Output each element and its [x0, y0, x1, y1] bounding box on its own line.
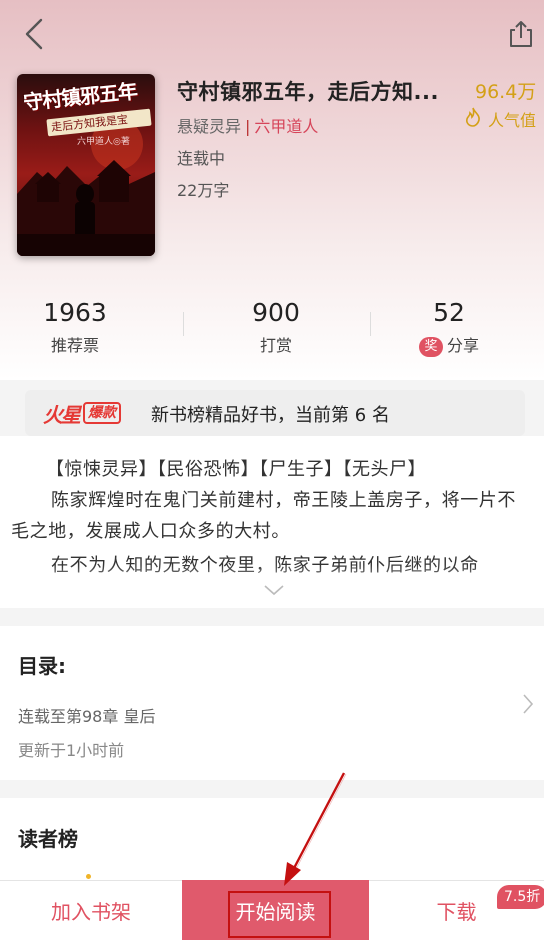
- reader-ranking-section: [0, 798, 544, 880]
- tip-count: 900: [252, 298, 300, 327]
- tip-label: 打赏: [259, 336, 292, 355]
- chevron-right-icon: [523, 694, 534, 714]
- flame-icon: [466, 107, 480, 127]
- share-label: 分享: [446, 336, 479, 355]
- reader-ranking-indicator: [86, 874, 91, 879]
- ranking-text: 新书榜精品好书，当前第 6 名: [151, 405, 390, 426]
- book-title: 守村镇邪五年，走后方知...: [177, 80, 439, 104]
- author-link[interactable]: 六甲道人: [254, 117, 318, 136]
- meta-separator: |: [245, 117, 251, 136]
- update-time: 更新于1小时前: [18, 741, 125, 760]
- serial-status: 连载中: [177, 149, 226, 168]
- add-to-shelf-button[interactable]: 加入书架: [0, 880, 182, 940]
- description-paragraph: 陈家辉煌时在鬼门关前建村，帝王陵上盖房子，将一片不毛之地，发展成人口众多的大村。: [11, 490, 516, 542]
- share-icon: [510, 21, 532, 47]
- description-tags: 【惊悚灵异】【民俗恐怖】【尸生子】【无头尸】: [46, 459, 426, 480]
- recommend-ticket-count: 1963: [43, 298, 107, 327]
- share-count: 52: [433, 298, 465, 327]
- back-button[interactable]: [12, 12, 56, 56]
- share-stat[interactable]: 52 奖分享: [389, 298, 509, 357]
- recommend-ticket-stat[interactable]: 1963 推荐票: [15, 298, 135, 356]
- cover-author: 六甲道人◎著: [77, 137, 130, 147]
- popularity-value: 96.4万: [475, 81, 537, 103]
- chevron-down-icon[interactable]: [262, 582, 286, 598]
- stat-divider: [183, 312, 184, 336]
- share-button[interactable]: [499, 12, 543, 56]
- book-meta: 悬疑灵异 | 六甲道人: [177, 113, 318, 137]
- toc-title: 目录:: [18, 654, 66, 678]
- latest-chapter: 连载至第98章 皇后: [18, 707, 156, 726]
- hot-logo: 火星 爆款: [43, 400, 121, 427]
- reader-ranking-title: 读者榜: [18, 827, 78, 851]
- ranking-banner[interactable]: 火星 爆款 新书榜精品好书，当前第 6 名: [25, 390, 525, 436]
- share-label-row: 奖分享: [389, 332, 509, 357]
- popularity-label: 人气值: [488, 111, 537, 130]
- word-count: 22万字: [177, 181, 230, 200]
- recommend-ticket-label: 推荐票: [50, 336, 99, 355]
- hot-logo-text: 火星: [43, 402, 81, 427]
- reward-badge: 奖: [418, 337, 443, 357]
- annotation-highlight-box: [228, 891, 331, 938]
- back-icon: [25, 18, 43, 50]
- stat-divider: [370, 312, 371, 336]
- hot-logo-badge: 爆款: [83, 402, 121, 424]
- discount-badge: 7.5折: [497, 885, 544, 909]
- book-cover[interactable]: 守村镇邪五年 走后方知我是宝 六甲道人◎著: [17, 74, 155, 256]
- genre-link[interactable]: 悬疑灵异: [177, 117, 241, 136]
- tip-stat[interactable]: 900 打赏: [216, 298, 336, 356]
